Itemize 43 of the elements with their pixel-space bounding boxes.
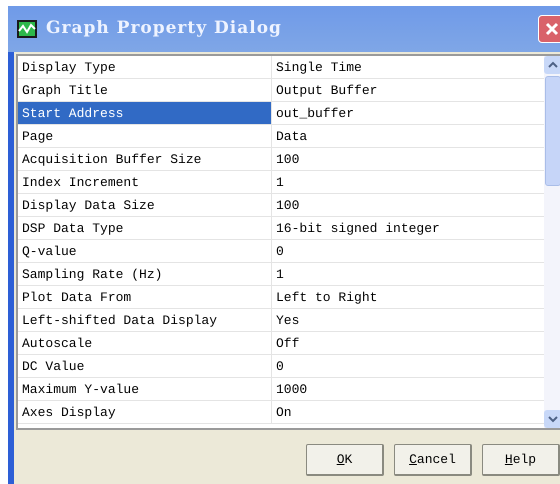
property-value[interactable]: Data [272, 125, 544, 147]
window-title: Graph Property Dialog [46, 17, 282, 40]
property-value[interactable]: 16-bit signed integer [272, 217, 544, 239]
property-value[interactable]: 1 [272, 171, 544, 193]
graph-icon [16, 19, 38, 39]
property-name[interactable]: Graph Title [18, 79, 272, 101]
property-value[interactable]: out_buffer [272, 102, 544, 124]
property-name[interactable]: Page [18, 125, 272, 147]
close-button[interactable] [538, 15, 560, 43]
property-name[interactable]: Left-shifted Data Display [18, 309, 272, 331]
property-name[interactable]: Display Data Size [18, 194, 272, 216]
property-name[interactable]: Start Address [18, 102, 272, 124]
property-name[interactable]: Display Type [18, 56, 272, 78]
property-value[interactable]: Off [272, 332, 544, 354]
property-value[interactable]: Yes [272, 309, 544, 331]
cancel-button[interactable]: Cancel [394, 444, 472, 476]
property-name[interactable]: Acquisition Buffer Size [18, 148, 272, 170]
property-value[interactable]: 100 [272, 194, 544, 216]
property-value[interactable]: 1 [272, 263, 544, 285]
scroll-up-icon[interactable] [544, 56, 560, 74]
property-value[interactable]: 100 [272, 148, 544, 170]
property-name[interactable]: Maximum Y-value [18, 378, 272, 400]
property-value[interactable]: Left to Right [272, 286, 544, 308]
property-value[interactable]: Output Buffer [272, 79, 544, 101]
property-value[interactable]: 0 [272, 355, 544, 377]
property-name[interactable]: Autoscale [18, 332, 272, 354]
property-name[interactable]: Plot Data From [18, 286, 272, 308]
scroll-down-icon[interactable] [544, 410, 560, 428]
ok-button[interactable]: OK [306, 444, 384, 476]
property-value[interactable]: On [272, 401, 544, 423]
property-name[interactable]: Sampling Rate (Hz) [18, 263, 272, 285]
close-icon [544, 21, 560, 37]
property-value[interactable]: 1000 [272, 378, 544, 400]
help-button[interactable]: Help [482, 444, 560, 476]
property-value[interactable]: Single Time [272, 56, 544, 78]
scroll-thumb[interactable] [545, 76, 560, 186]
property-value[interactable]: 0 [272, 240, 544, 262]
property-name[interactable]: Index Increment [18, 171, 272, 193]
scrollbar[interactable] [544, 56, 560, 428]
property-name[interactable]: DSP Data Type [18, 217, 272, 239]
property-name[interactable]: Axes Display [18, 401, 272, 423]
property-name[interactable]: Q-value [18, 240, 272, 262]
property-name[interactable]: DC Value [18, 355, 272, 377]
